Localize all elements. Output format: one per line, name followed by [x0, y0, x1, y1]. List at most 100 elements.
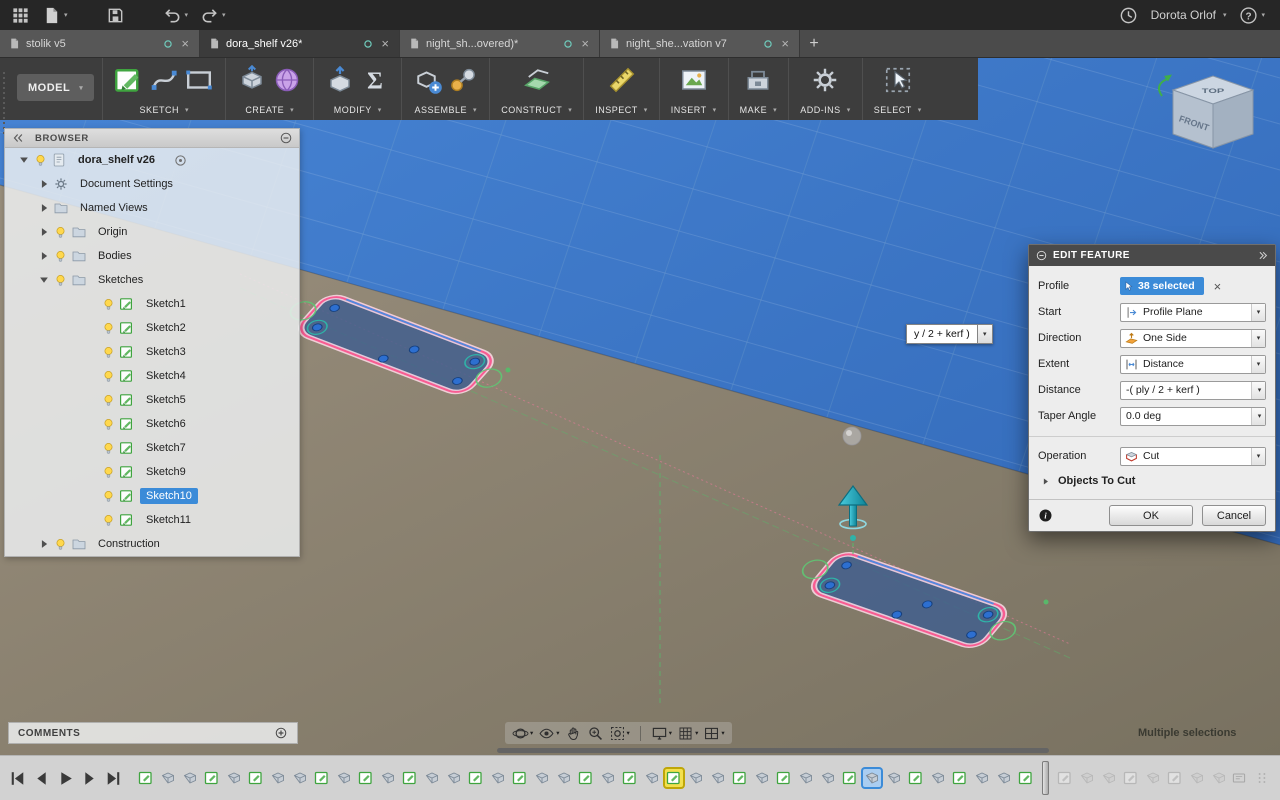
timeline-extrude-feature[interactable] [709, 769, 727, 787]
extrude-icon[interactable] [237, 65, 267, 95]
browser-row[interactable]: Sketch9 [5, 460, 299, 484]
distance-expression-input[interactable]: y / 2 + kerf ) [906, 324, 978, 344]
timeline-sketch-feature[interactable] [511, 769, 529, 787]
timeline-extrude-feature[interactable] [1144, 769, 1162, 787]
form-icon[interactable] [272, 65, 302, 95]
timeline-extrude-feature[interactable] [753, 769, 771, 787]
timeline-sketch-feature[interactable] [467, 769, 485, 787]
undo-button[interactable]: ▾ [160, 4, 192, 26]
dialog-pin-icon[interactable] [1256, 249, 1269, 262]
browser-row[interactable]: Sketch2 [5, 316, 299, 340]
timeline-extrude-feature[interactable] [225, 769, 243, 787]
timeline-extrude-feature[interactable] [1210, 769, 1228, 787]
addins-gear-icon[interactable] [810, 65, 840, 95]
print-3d-icon[interactable] [743, 65, 773, 95]
skip-start-icon[interactable] [7, 768, 28, 789]
data-panel-toggle-button[interactable] [8, 4, 33, 26]
timeline-sketch-feature[interactable] [621, 769, 639, 787]
step-back-icon[interactable] [31, 768, 52, 789]
tab-close-icon[interactable]: × [779, 37, 791, 50]
timeline-sketch-feature[interactable] [401, 769, 419, 787]
play-icon[interactable] [55, 768, 76, 789]
document-tab[interactable]: night_sh...overed)* × [400, 30, 600, 57]
tab-close-icon[interactable]: × [379, 37, 391, 50]
browser-row[interactable]: Document Settings [5, 172, 299, 196]
zoom-button[interactable] [587, 725, 604, 742]
timeline-extrude-feature[interactable] [555, 769, 573, 787]
toolbar-group-dropdown[interactable]: CREATE ▾ [245, 105, 294, 117]
timeline-sketch-feature[interactable] [247, 769, 265, 787]
browser-row[interactable]: Sketch7 [5, 436, 299, 460]
comments-bar[interactable]: COMMENTS [8, 722, 298, 744]
browser-row[interactable]: Sketch5 [5, 388, 299, 412]
user-menu[interactable]: Dorota Orlof ▾ [1151, 8, 1227, 22]
extent-dropdown[interactable]: Distance ▾ [1120, 354, 1266, 374]
timeline-scrollbar-thumb[interactable] [497, 748, 1049, 753]
browser-row[interactable]: Sketch1 [5, 292, 299, 316]
timeline-options-icon[interactable] [1231, 770, 1247, 786]
timeline-extrude-feature[interactable] [973, 769, 991, 787]
browser-collapse-icon[interactable] [11, 131, 25, 145]
help-menu[interactable]: ? ▾ [1236, 4, 1268, 26]
expression-dropdown-icon[interactable]: ▾ [977, 324, 993, 344]
step-forward-icon[interactable] [79, 768, 100, 789]
grid-display-button[interactable]: ▾ [677, 725, 698, 742]
browser-row[interactable]: Sketch11 [5, 508, 299, 532]
browser-row[interactable]: Sketch4 [5, 364, 299, 388]
browser-row[interactable]: dora_shelf v26 [5, 148, 299, 172]
timeline-sketch-feature[interactable] [203, 769, 221, 787]
fit-button[interactable]: ▾ [609, 725, 630, 742]
toolbar-grip[interactable] [0, 72, 9, 134]
timeline-sketch-feature[interactable] [357, 769, 375, 787]
toolbar-group-dropdown[interactable]: SKETCH ▾ [139, 105, 189, 117]
timeline-extrude-feature[interactable] [181, 769, 199, 787]
timeline-sketch-feature[interactable] [313, 769, 331, 787]
skip-end-icon[interactable] [103, 768, 124, 789]
measure-icon[interactable] [607, 65, 637, 95]
timeline-sketch-feature[interactable] [775, 769, 793, 787]
timeline-sketch-feature[interactable] [577, 769, 595, 787]
timeline-extrude-feature[interactable] [599, 769, 617, 787]
timeline-position-marker[interactable] [1042, 761, 1049, 795]
timeline-extrude-feature[interactable] [423, 769, 441, 787]
browser-row[interactable]: Bodies [5, 244, 299, 268]
timeline-extrude-feature[interactable] [379, 769, 397, 787]
timeline-extrude-feature[interactable] [159, 769, 177, 787]
timeline-sketch-feature[interactable] [951, 769, 969, 787]
timeline-extrude-feature[interactable] [1078, 769, 1096, 787]
timeline-extrude-feature[interactable] [819, 769, 837, 787]
info-icon[interactable]: i [1038, 508, 1053, 523]
view-cube[interactable]: TOP FRONT [1148, 60, 1278, 168]
browser-row[interactable]: Sketch6 [5, 412, 299, 436]
timeline-extrude-feature[interactable] [1100, 769, 1118, 787]
add-comment-icon[interactable] [274, 726, 288, 740]
parameters-sigma-icon[interactable]: Σ [360, 65, 390, 95]
operation-dropdown[interactable]: Cut ▾ [1120, 446, 1266, 466]
browser-row[interactable]: Sketch3 [5, 340, 299, 364]
toolbar-group-dropdown[interactable]: CONSTRUCT ▾ [501, 105, 572, 117]
toolbar-group-dropdown[interactable]: INSPECT ▾ [595, 105, 648, 117]
timeline-sketch-feature[interactable] [841, 769, 859, 787]
timeline-extrude-feature[interactable] [1188, 769, 1206, 787]
timeline-sketch-feature[interactable] [1166, 769, 1184, 787]
spline-icon[interactable] [149, 65, 179, 95]
new-document-tab-button[interactable]: + [800, 30, 828, 57]
cancel-button[interactable]: Cancel [1202, 505, 1266, 526]
timeline-extrude-feature[interactable] [797, 769, 815, 787]
start-dropdown[interactable]: Profile Plane ▾ [1120, 302, 1266, 322]
distance-input[interactable]: -( ply / 2 + kerf ) ▾ [1120, 380, 1266, 400]
toolbar-group-dropdown[interactable]: MODIFY ▾ [334, 105, 382, 117]
timeline-sketch-feature[interactable] [665, 769, 683, 787]
toolbar-group-dropdown[interactable]: ADD-INS ▾ [800, 105, 851, 117]
dialog-header[interactable]: EDIT FEATURE [1029, 245, 1275, 266]
direction-dropdown[interactable]: One Side ▾ [1120, 328, 1266, 348]
browser-row[interactable]: Sketches [5, 268, 299, 292]
save-button[interactable] [103, 4, 128, 26]
ok-button[interactable]: OK [1109, 505, 1193, 526]
select-cursor-icon[interactable] [883, 65, 913, 95]
toolbar-group-dropdown[interactable]: MAKE ▾ [740, 105, 778, 117]
look-at-button[interactable]: ▾ [538, 725, 560, 742]
new-component-icon[interactable] [413, 65, 443, 95]
timeline-sketch-feature[interactable] [1122, 769, 1140, 787]
tab-close-icon[interactable]: × [579, 37, 591, 50]
